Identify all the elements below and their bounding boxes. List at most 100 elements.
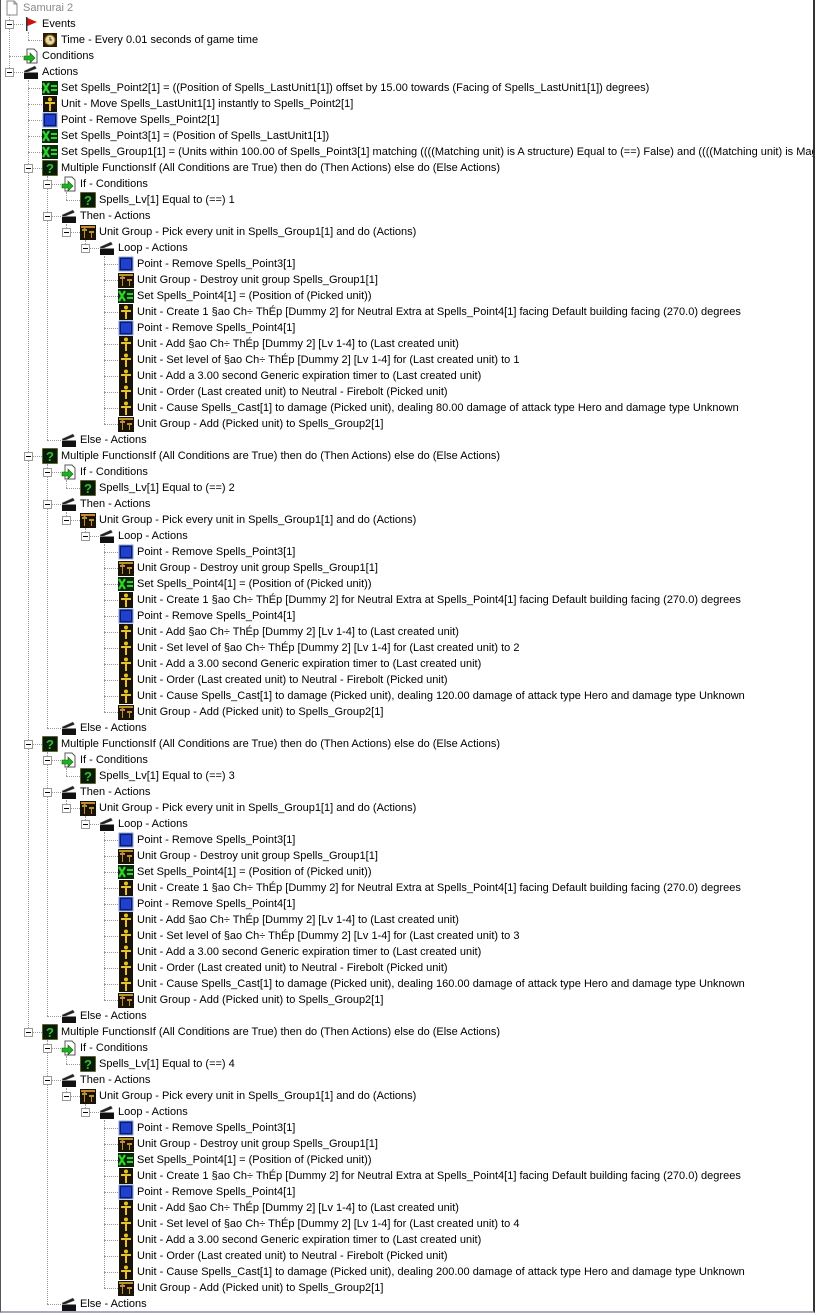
tree-node-unit-create-1-ao-ch-th-p-dummy-2-for-neu[interactable]: Unit - Create 1 §ao Ch÷ ThÉp [Dummy 2] f… <box>1 304 813 320</box>
tree-node-point-remove-spells-point3-1[interactable]: Point - Remove Spells_Point3[1] <box>1 832 813 848</box>
tree-node-point-remove-spells-point4-1[interactable]: Point - Remove Spells_Point4[1] <box>1 608 813 624</box>
tree-node-unit-add-ao-ch-th-p-dummy-2-lv-1-4-to-la[interactable]: Unit - Add §ao Ch÷ ThÉp [Dummy 2] [Lv 1-… <box>1 624 813 640</box>
tree-node-unit-set-level-of-ao-ch-th-p-dummy-2-lv-[interactable]: Unit - Set level of §ao Ch÷ ThÉp [Dummy … <box>1 928 813 944</box>
tree-node-unit-group-add-picked-unit-to-spells-gro[interactable]: Unit Group - Add (Picked unit) to Spells… <box>1 992 813 1008</box>
collapse-toggle-icon[interactable] <box>24 1028 33 1037</box>
tree-node-point-remove-spells-point4-1[interactable]: Point - Remove Spells_Point4[1] <box>1 320 813 336</box>
tree-node-unit-add-ao-ch-th-p-dummy-2-lv-1-4-to-la[interactable]: Unit - Add §ao Ch÷ ThÉp [Dummy 2] [Lv 1-… <box>1 912 813 928</box>
tree-node-loop-actions[interactable]: Loop - Actions <box>1 528 813 544</box>
tree-node-unit-group-add-picked-unit-to-spells-gro[interactable]: Unit Group - Add (Picked unit) to Spells… <box>1 416 813 432</box>
tree-node-actions[interactable]: Actions <box>1 64 813 80</box>
tree-node-unit-set-level-of-ao-ch-th-p-dummy-2-lv-[interactable]: Unit - Set level of §ao Ch÷ ThÉp [Dummy … <box>1 352 813 368</box>
tree-node-unit-group-add-picked-unit-to-spells-gro[interactable]: Unit Group - Add (Picked unit) to Spells… <box>1 1280 813 1296</box>
tree-node-set-spells-point4-1-position-of-picked-u[interactable]: Set Spells_Point4[1] = (Position of (Pic… <box>1 864 813 880</box>
collapse-toggle-icon[interactable] <box>81 820 90 829</box>
tree-node-if-conditions[interactable]: If - Conditions <box>1 752 813 768</box>
tree-node-unit-order-last-created-unit-to-neutral-[interactable]: Unit - Order (Last created unit) to Neut… <box>1 960 813 976</box>
tree-node-unit-group-pick-every-unit-in-spells-gro[interactable]: Unit Group - Pick every unit in Spells_G… <box>1 1088 813 1104</box>
tree-node-unit-group-destroy-unit-group-spells-gro[interactable]: Unit Group - Destroy unit group Spells_G… <box>1 272 813 288</box>
tree-node-set-spells-point4-1-position-of-picked-u[interactable]: Set Spells_Point4[1] = (Position of (Pic… <box>1 1152 813 1168</box>
tree-node-point-remove-spells-point3-1[interactable]: Point - Remove Spells_Point3[1] <box>1 1120 813 1136</box>
tree-node-else-actions[interactable]: Else - Actions <box>1 1008 813 1024</box>
tree-node-unit-add-a-3-00-second-generic-expiratio[interactable]: Unit - Add a 3.00 second Generic expirat… <box>1 368 813 384</box>
tree-node-unit-order-last-created-unit-to-neutral-[interactable]: Unit - Order (Last created unit) to Neut… <box>1 384 813 400</box>
tree-node-if-conditions[interactable]: If - Conditions <box>1 464 813 480</box>
tree-node-unit-cause-spells-cast-1-to-damage-picke[interactable]: Unit - Cause Spells_Cast[1] to damage (P… <box>1 1264 813 1280</box>
tree-node-set-spells-point2-1-position-of-spells-l[interactable]: Set Spells_Point2[1] = ((Position of Spe… <box>1 80 813 96</box>
collapse-toggle-icon[interactable] <box>81 244 90 253</box>
tree-node-then-actions[interactable]: Then - Actions <box>1 496 813 512</box>
tree-node-unit-cause-spells-cast-1-to-damage-picke[interactable]: Unit - Cause Spells_Cast[1] to damage (P… <box>1 976 813 992</box>
collapse-toggle-icon[interactable] <box>43 500 52 509</box>
tree-node-unit-add-ao-ch-th-p-dummy-2-lv-1-4-to-la[interactable]: Unit - Add §ao Ch÷ ThÉp [Dummy 2] [Lv 1-… <box>1 1200 813 1216</box>
tree-node-point-remove-spells-point3-1[interactable]: Point - Remove Spells_Point3[1] <box>1 544 813 560</box>
collapse-toggle-icon[interactable] <box>43 756 52 765</box>
trigger-tree[interactable]: Samurai 2 Events Time - Every 0.01 seconds… <box>0 0 815 1313</box>
tree-node-spells-lv-1-equal-to-3[interactable]: ? Spells_Lv[1] Equal to (==) 3 <box>1 768 813 784</box>
tree-node-loop-actions[interactable]: Loop - Actions <box>1 1104 813 1120</box>
tree-node-then-actions[interactable]: Then - Actions <box>1 208 813 224</box>
tree-node-time-every-0-01-seconds-of-game-time[interactable]: Time - Every 0.01 seconds of game time <box>1 32 813 48</box>
collapse-toggle-icon[interactable] <box>62 1092 71 1101</box>
tree-node-spells-lv-1-equal-to-1[interactable]: ? Spells_Lv[1] Equal to (==) 1 <box>1 192 813 208</box>
tree-node-if-conditions[interactable]: If - Conditions <box>1 1040 813 1056</box>
tree-node-unit-create-1-ao-ch-th-p-dummy-2-for-neu[interactable]: Unit - Create 1 §ao Ch÷ ThÉp [Dummy 2] f… <box>1 1168 813 1184</box>
tree-node-unit-add-a-3-00-second-generic-expiratio[interactable]: Unit - Add a 3.00 second Generic expirat… <box>1 1232 813 1248</box>
collapse-toggle-icon[interactable] <box>43 180 52 189</box>
tree-node-conditions[interactable]: Conditions <box>1 48 813 64</box>
tree-node-set-spells-group1-1-units-within-100-00-[interactable]: Set Spells_Group1[1] = (Units within 100… <box>1 144 813 160</box>
tree-node-unit-create-1-ao-ch-th-p-dummy-2-for-neu[interactable]: Unit - Create 1 §ao Ch÷ ThÉp [Dummy 2] f… <box>1 880 813 896</box>
tree-node-set-spells-point4-1-position-of-picked-u[interactable]: Set Spells_Point4[1] = (Position of (Pic… <box>1 576 813 592</box>
tree-node-else-actions[interactable]: Else - Actions <box>1 1296 813 1311</box>
tree-node-set-spells-point3-1-position-of-spells-l[interactable]: Set Spells_Point3[1] = (Position of Spel… <box>1 128 813 144</box>
tree-node-unit-cause-spells-cast-1-to-damage-picke[interactable]: Unit - Cause Spells_Cast[1] to damage (P… <box>1 400 813 416</box>
tree-node-point-remove-spells-point3-1[interactable]: Point - Remove Spells_Point3[1] <box>1 256 813 272</box>
tree-node-events[interactable]: Events <box>1 16 813 32</box>
tree-node-unit-order-last-created-unit-to-neutral-[interactable]: Unit - Order (Last created unit) to Neut… <box>1 672 813 688</box>
tree-node-unit-add-ao-ch-th-p-dummy-2-lv-1-4-to-la[interactable]: Unit - Add §ao Ch÷ ThÉp [Dummy 2] [Lv 1-… <box>1 336 813 352</box>
collapse-toggle-icon[interactable] <box>24 164 33 173</box>
tree-node-unit-create-1-ao-ch-th-p-dummy-2-for-neu[interactable]: Unit - Create 1 §ao Ch÷ ThÉp [Dummy 2] f… <box>1 592 813 608</box>
tree-node-else-actions[interactable]: Else - Actions <box>1 432 813 448</box>
tree-node-unit-group-destroy-unit-group-spells-gro[interactable]: Unit Group - Destroy unit group Spells_G… <box>1 560 813 576</box>
tree-node-unit-cause-spells-cast-1-to-damage-picke[interactable]: Unit - Cause Spells_Cast[1] to damage (P… <box>1 688 813 704</box>
tree-node-multiple-functionsif-all-conditions-are-[interactable]: ? Multiple FunctionsIf (All Conditions ar… <box>1 736 813 752</box>
tree-node-spells-lv-1-equal-to-4[interactable]: ? Spells_Lv[1] Equal to (==) 4 <box>1 1056 813 1072</box>
tree-node-unit-group-add-picked-unit-to-spells-gro[interactable]: Unit Group - Add (Picked unit) to Spells… <box>1 704 813 720</box>
collapse-toggle-icon[interactable] <box>43 212 52 221</box>
tree-node-loop-actions[interactable]: Loop - Actions <box>1 816 813 832</box>
tree-node-point-remove-spells-point4-1[interactable]: Point - Remove Spells_Point4[1] <box>1 1184 813 1200</box>
tree-node-point-remove-spells-point2-1[interactable]: Point - Remove Spells_Point2[1] <box>1 112 813 128</box>
tree-node-unit-add-a-3-00-second-generic-expiratio[interactable]: Unit - Add a 3.00 second Generic expirat… <box>1 656 813 672</box>
tree-node-unit-group-destroy-unit-group-spells-gro[interactable]: Unit Group - Destroy unit group Spells_G… <box>1 1136 813 1152</box>
tree-node-if-conditions[interactable]: If - Conditions <box>1 176 813 192</box>
tree-node-point-remove-spells-point4-1[interactable]: Point - Remove Spells_Point4[1] <box>1 896 813 912</box>
collapse-toggle-icon[interactable] <box>43 468 52 477</box>
tree-node-samurai-2[interactable]: Samurai 2 <box>1 0 813 16</box>
tree-node-unit-move-spells-lastunit1-1-instantly-t[interactable]: Unit - Move Spells_LastUnit1[1] instantl… <box>1 96 813 112</box>
tree-node-multiple-functionsif-all-conditions-are-[interactable]: ? Multiple FunctionsIf (All Conditions ar… <box>1 160 813 176</box>
collapse-toggle-icon[interactable] <box>24 740 33 749</box>
collapse-toggle-icon[interactable] <box>62 228 71 237</box>
tree-node-unit-set-level-of-ao-ch-th-p-dummy-2-lv-[interactable]: Unit - Set level of §ao Ch÷ ThÉp [Dummy … <box>1 640 813 656</box>
tree-node-unit-order-last-created-unit-to-neutral-[interactable]: Unit - Order (Last created unit) to Neut… <box>1 1248 813 1264</box>
tree-node-unit-group-pick-every-unit-in-spells-gro[interactable]: Unit Group - Pick every unit in Spells_G… <box>1 800 813 816</box>
collapse-toggle-icon[interactable] <box>5 68 14 77</box>
collapse-toggle-icon[interactable] <box>81 1108 90 1117</box>
tree-node-unit-set-level-of-ao-ch-th-p-dummy-2-lv-[interactable]: Unit - Set level of §ao Ch÷ ThÉp [Dummy … <box>1 1216 813 1232</box>
collapse-toggle-icon[interactable] <box>43 1076 52 1085</box>
tree-node-multiple-functionsif-all-conditions-are-[interactable]: ? Multiple FunctionsIf (All Conditions ar… <box>1 1024 813 1040</box>
tree-node-unit-group-destroy-unit-group-spells-gro[interactable]: Unit Group - Destroy unit group Spells_G… <box>1 848 813 864</box>
tree-node-loop-actions[interactable]: Loop - Actions <box>1 240 813 256</box>
collapse-toggle-icon[interactable] <box>43 788 52 797</box>
tree-node-then-actions[interactable]: Then - Actions <box>1 1072 813 1088</box>
tree-node-then-actions[interactable]: Then - Actions <box>1 784 813 800</box>
tree-node-multiple-functionsif-all-conditions-are-[interactable]: ? Multiple FunctionsIf (All Conditions ar… <box>1 448 813 464</box>
tree-node-unit-group-pick-every-unit-in-spells-gro[interactable]: Unit Group - Pick every unit in Spells_G… <box>1 224 813 240</box>
tree-node-else-actions[interactable]: Else - Actions <box>1 720 813 736</box>
collapse-toggle-icon[interactable] <box>24 452 33 461</box>
tree-node-spells-lv-1-equal-to-2[interactable]: ? Spells_Lv[1] Equal to (==) 2 <box>1 480 813 496</box>
collapse-toggle-icon[interactable] <box>81 532 90 541</box>
tree-node-set-spells-point4-1-position-of-picked-u[interactable]: Set Spells_Point4[1] = (Position of (Pic… <box>1 288 813 304</box>
collapse-toggle-icon[interactable] <box>62 516 71 525</box>
